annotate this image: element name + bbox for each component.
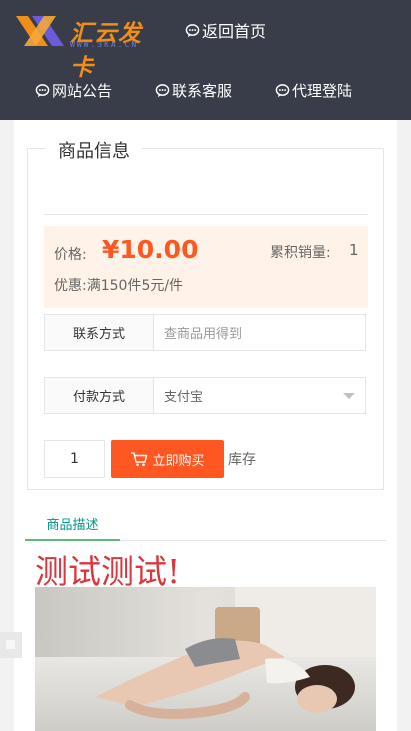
nav-agent-login[interactable]: 代理登陆 [275, 80, 352, 101]
message-icon [275, 84, 290, 98]
buy-now-label: 立即购买 [152, 453, 205, 469]
home-link[interactable]: 返回首页 [185, 18, 266, 42]
nav-label: 联系客服 [172, 82, 233, 100]
payment-selected-value: 支付宝 [164, 390, 204, 405]
divider [44, 214, 368, 215]
nav-contact-support[interactable]: 联系客服 [155, 80, 232, 101]
top-header: 汇云发卡 WWW.3KA.CN 返回首页 网站公告 联系客服 代理登陆 [0, 0, 411, 120]
stock-label: 库存 [228, 452, 256, 468]
sales-label: 累积销量: [270, 245, 331, 261]
home-link-label: 返回首页 [202, 22, 267, 41]
buy-now-button[interactable]: 立即购买 [111, 440, 224, 478]
product-photo [35, 587, 376, 731]
cart-icon [131, 452, 148, 467]
nav-label: 代理登陆 [292, 82, 353, 100]
tab-bar: 商品描述 [25, 508, 386, 541]
logo-subtext: WWW.3KA.CN [70, 40, 139, 49]
message-icon [155, 84, 170, 98]
tab-description[interactable]: 商品描述 [25, 508, 120, 541]
contact-input[interactable]: 查商品用得到 [154, 315, 365, 350]
side-float-button[interactable] [0, 632, 22, 658]
message-icon [185, 23, 200, 37]
contact-row: 联系方式 查商品用得到 [44, 314, 366, 351]
price-panel: 价格: ¥10.00 累积销量: 1 优惠:满150件5元/件 [44, 226, 368, 308]
nav-announcement[interactable]: 网站公告 [35, 80, 112, 101]
quantity-input[interactable]: 1 [44, 440, 105, 478]
message-icon [35, 84, 50, 98]
nav-label: 网站公告 [52, 82, 113, 100]
discount-text: 优惠:满150件5元/件 [54, 278, 184, 294]
price-label: 价格: [54, 247, 87, 263]
price-value: ¥10.00 [102, 235, 199, 264]
product-info-card: 商品信息 价格: ¥10.00 累积销量: 1 优惠:满150件5元/件 联系方… [27, 137, 384, 490]
payment-label: 付款方式 [45, 378, 154, 413]
payment-select[interactable]: 支付宝 [154, 378, 365, 413]
main-content: 商品信息 价格: ¥10.00 累积销量: 1 优惠:满150件5元/件 联系方… [14, 120, 397, 731]
section-title: 商品信息 [46, 137, 142, 163]
description-heading: 测试测试! [35, 552, 181, 591]
chevron-down-icon [343, 393, 355, 399]
description-image [35, 587, 376, 731]
contact-label: 联系方式 [45, 315, 154, 350]
logo-x-icon [16, 16, 64, 46]
site-logo[interactable]: 汇云发卡 WWW.3KA.CN [14, 12, 164, 81]
sales-value: 1 [349, 241, 359, 259]
payment-row: 付款方式 支付宝 [44, 377, 366, 414]
